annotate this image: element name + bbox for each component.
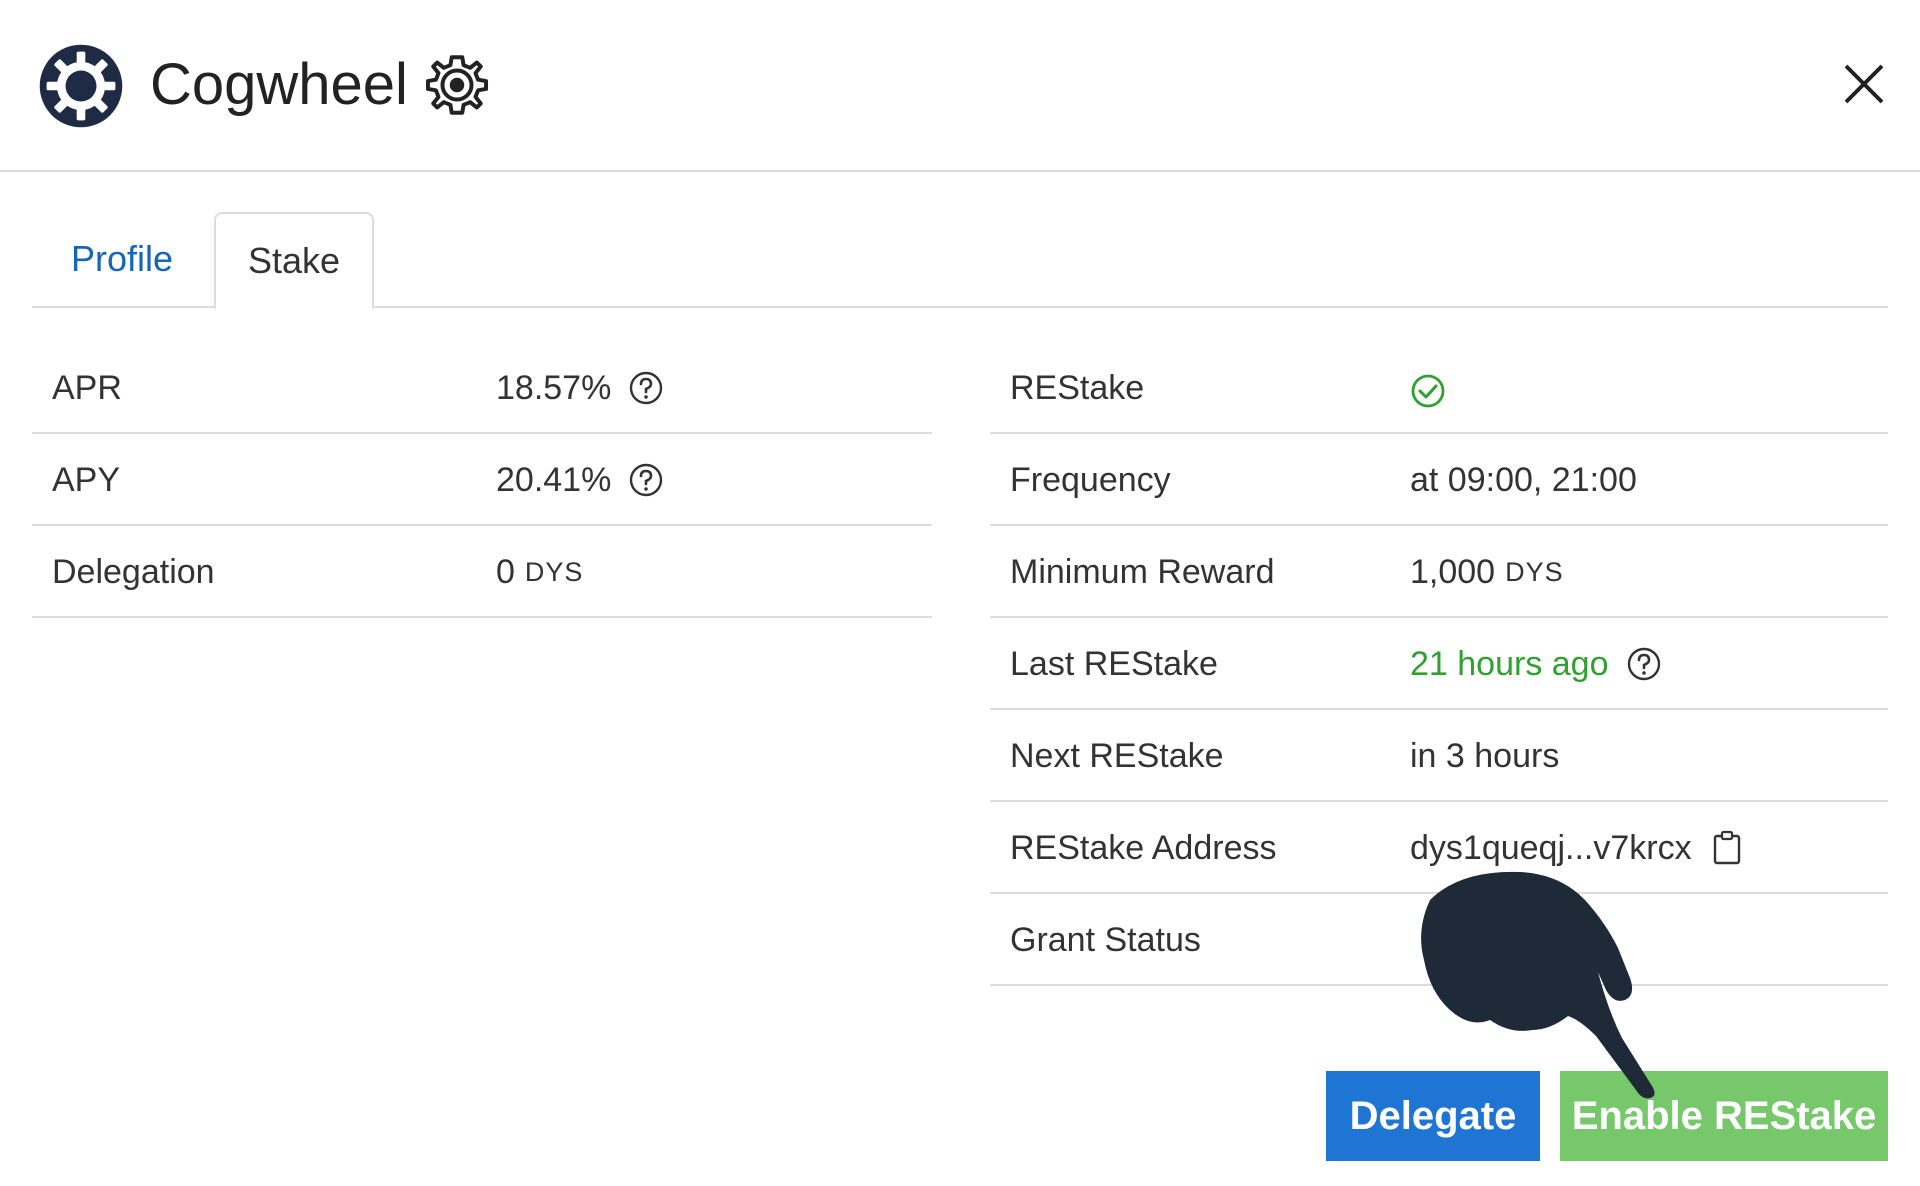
grant-status-label: Grant Status <box>1010 921 1201 959</box>
table-row-last-restake: Last REStake 21 hours ago <box>990 618 1888 710</box>
last-restake-value-cell: 21 hours ago <box>1410 618 1661 710</box>
delegation-value: 0 <box>496 553 515 591</box>
cogwheel-logo-icon <box>39 44 123 128</box>
help-icon[interactable] <box>629 463 663 497</box>
table-row-grant-status: Grant Status <box>990 894 1888 986</box>
last-restake-label: Last REStake <box>1010 645 1218 683</box>
minimum-reward-unit: DYS <box>1505 557 1564 587</box>
restake-address-value: dys1queqj...v7krcx <box>1410 829 1692 867</box>
restake-address-label: REStake Address <box>1010 829 1277 867</box>
stake-stats-table: APR 18.57% APY 20.41% Delegation 0 DYS <box>32 342 932 618</box>
validator-modal: Cogwheel Profile Stake APR 18.57% APY 20… <box>0 0 1920 1186</box>
table-row-restake-address: REStake Address dys1queqj...v7krcx <box>990 802 1888 894</box>
restake-info-table: REStake Frequency at 09:00, 21:00 Minimu… <box>990 342 1888 986</box>
apr-value-cell: 18.57% <box>496 342 663 434</box>
table-row-frequency: Frequency at 09:00, 21:00 <box>990 434 1888 526</box>
table-row-delegation: Delegation 0 DYS <box>32 526 932 618</box>
frequency-label: Frequency <box>1010 461 1171 499</box>
enable-restake-button[interactable]: Enable REStake <box>1560 1071 1888 1161</box>
table-row-minimum-reward: Minimum Reward 1,000 DYS <box>990 526 1888 618</box>
apy-label: APY <box>52 461 121 499</box>
tab-profile[interactable]: Profile <box>32 212 212 308</box>
last-restake-value: 21 hours ago <box>1410 645 1609 683</box>
next-restake-value: in 3 hours <box>1410 737 1560 775</box>
restake-label: REStake <box>1010 369 1145 407</box>
help-icon[interactable] <box>629 371 663 405</box>
delegation-unit: DYS <box>524 557 584 587</box>
delegation-value-cell: 0 DYS <box>496 526 583 618</box>
tab-bar: Profile Stake <box>32 212 1888 310</box>
minimum-reward-value-cell: 1,000 DYS <box>1410 526 1564 618</box>
table-row-restake: REStake <box>990 342 1888 434</box>
apy-value-cell: 20.41% <box>496 434 663 526</box>
close-icon[interactable] <box>1842 62 1886 106</box>
table-row-apr: APR 18.57% <box>32 342 932 434</box>
restake-address-value-cell: dys1queqj...v7krcx <box>1410 802 1742 894</box>
apy-value: 20.41% <box>496 461 612 499</box>
tab-stake[interactable]: Stake <box>214 212 374 310</box>
minimum-reward-label: Minimum Reward <box>1010 553 1275 591</box>
table-row-apy: APY 20.41% <box>32 434 932 526</box>
gear-outline-icon <box>425 55 489 115</box>
table-row-next-restake: Next REStake in 3 hours <box>990 710 1888 802</box>
apr-value: 18.57% <box>496 369 612 407</box>
next-restake-label: Next REStake <box>1010 737 1224 775</box>
frequency-value: at 09:00, 21:00 <box>1410 461 1637 499</box>
minimum-reward-value: 1,000 <box>1410 553 1496 591</box>
apr-label: APR <box>52 369 122 407</box>
modal-header: Cogwheel <box>0 0 1920 172</box>
delegate-button[interactable]: Delegate <box>1326 1071 1540 1161</box>
restake-status-cell <box>1410 342 1446 434</box>
validator-title: Cogwheel <box>150 52 408 117</box>
check-circle-icon <box>1411 374 1445 408</box>
help-icon[interactable] <box>1627 647 1661 681</box>
copy-icon[interactable] <box>1712 830 1742 866</box>
delegation-label: Delegation <box>52 553 215 591</box>
